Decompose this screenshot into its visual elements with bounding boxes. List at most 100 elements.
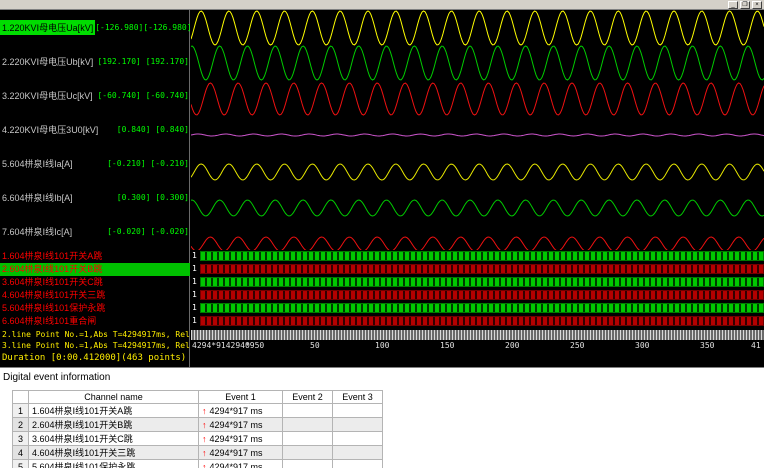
analog-channel-cursor-values: [-0.020] [-0.020] [107, 226, 189, 236]
event-channel-name: 1.604栟泉Ⅰ线101开关A跳 [28, 403, 199, 418]
digital-channel-label[interactable]: 1.604栟泉Ⅰ线101开关A跳 [0, 250, 190, 263]
rising-edge-arrow-icon: ↑ [202, 461, 207, 468]
event-row-number: 1 [12, 403, 29, 418]
digital-event-table: Channel name Event 1 Event 2 Event 3 1 1.… [12, 390, 383, 468]
event-table-row[interactable]: 4 4.604栟泉Ⅰ线101开关三跳 ↑ 4294*917 ms [12, 445, 383, 460]
time-axis-tick-label: 350 [700, 341, 715, 350]
digital-state-bar [200, 264, 764, 274]
event-channel-name: 3.604栟泉Ⅰ线101开关C跳 [28, 431, 199, 446]
fault-recorder-window: _ ❐ × 1.220KVⅠ母电压Ua[kV] [-126.980][-126.9… [0, 0, 764, 468]
time-axis-tick-label: 300 [635, 341, 650, 350]
time-axis-ticks [191, 330, 764, 340]
waveform-trace-1 [191, 10, 764, 46]
event2-cell [282, 417, 333, 432]
time-axis-labels: 4294*914294*950 0 50 100 150 200 250 300 350 41 [191, 341, 764, 352]
digital-state-marker: 1 [192, 290, 197, 299]
event-row-number: 3 [12, 431, 29, 446]
analog-channel-label: 5.604栟泉Ⅰ线Ia[A] [2, 158, 73, 169]
digital-channel-label[interactable]: 4.604栟泉Ⅰ线101开关三跳 [0, 289, 190, 302]
event2-cell [282, 403, 333, 418]
event3-cell [332, 417, 383, 432]
event1-cell: ↑ 4294*917 ms [198, 403, 283, 418]
analog-channel-row[interactable]: 1.220KVⅠ母电压Ua[kV] [-126.980][-126.980] [0, 10, 190, 44]
event-table-header: Channel name Event 1 Event 2 Event 3 [12, 390, 383, 404]
event-row-number: 5 [12, 459, 29, 468]
digital-state-row: 1 [191, 315, 764, 327]
waveform-trace-4 [191, 133, 764, 137]
waveform-trace-2 [191, 45, 764, 81]
digital-event-panel: Digital event information Channel name E… [0, 367, 764, 468]
digital-state-marker: 1 [192, 277, 197, 286]
event1-time: 4294*917 ms [209, 447, 263, 458]
event-table-row[interactable]: 3 3.604栟泉Ⅰ线101开关C跳 ↑ 4294*917 ms [12, 431, 383, 446]
analog-channel-label: 6.604栟泉Ⅰ线Ib[A] [2, 192, 73, 203]
analog-channel-row[interactable]: 6.604栟泉Ⅰ线Ib[A] [0.300] [0.300] [0, 180, 190, 214]
analog-channel-row[interactable]: 5.604栟泉Ⅰ线Ia[A] [-0.210] [-0.210] [0, 146, 190, 180]
analog-channel-row[interactable]: 2.220KVⅠ母电压Ub[kV] [192.170] [192.170] [0, 44, 190, 78]
digital-channel-label[interactable]: 6.604栟泉Ⅰ线101重合闸 [0, 315, 190, 328]
event-table-row[interactable]: 5 5.604栟泉Ⅰ线101保护永跳 ↑ 4294*917 ms [12, 459, 383, 468]
time-axis-tick-label: 50 [310, 341, 320, 350]
digital-state-marker: 1 [192, 316, 197, 325]
event1-time: 4294*917 ms [209, 419, 263, 430]
digital-state-bar [200, 251, 764, 261]
time-axis-tick-label: 100 [375, 341, 390, 350]
event1-header: Event 1 [198, 390, 283, 404]
digital-channel-label[interactable]: 3.604栟泉Ⅰ线101开关C跳 [0, 276, 190, 289]
analog-channel-cursor-values: [192.170] [192.170] [97, 56, 189, 66]
rising-edge-arrow-icon: ↑ [202, 433, 207, 444]
minimize-button[interactable]: _ [728, 1, 738, 9]
digital-channel-label[interactable]: 5.604栟泉Ⅰ线101保护永跳 [0, 302, 190, 315]
waveform-workspace: 1.220KVⅠ母电压Ua[kV] [-126.980][-126.980] 2.2… [0, 10, 764, 367]
digital-state-bar [200, 277, 764, 287]
time-axis-tick-label: 250 [570, 341, 585, 350]
digital-state-row: 1 [191, 276, 764, 288]
digital-state-bar [200, 303, 764, 313]
analog-waveforms [191, 10, 764, 250]
event-table-row[interactable]: 1 1.604栟泉Ⅰ线101开关A跳 ↑ 4294*917 ms [12, 403, 383, 418]
analog-channel-cursor-values: [-60.740] [-60.740] [97, 90, 189, 100]
digital-state-bar [200, 290, 764, 300]
event-channel-name: 5.604栟泉Ⅰ线101保护永跳 [28, 459, 199, 468]
analog-channel-row[interactable]: 7.604栟泉Ⅰ线Ic[A] [-0.020] [-0.020] [0, 214, 190, 248]
waveform-trace-7 [191, 236, 764, 250]
event-table-row[interactable]: 2 2.604栟泉Ⅰ线101开关B跳 ↑ 4294*917 ms [12, 417, 383, 432]
close-button[interactable]: × [752, 1, 762, 9]
analog-channel-label: 1.220KVⅠ母电压Ua[kV] [0, 19, 96, 35]
restore-button[interactable]: ❐ [740, 1, 750, 9]
digital-state-row: 1 [191, 250, 764, 262]
titlebar: _ ❐ × [0, 0, 764, 10]
waveform-trace-5 [191, 163, 764, 181]
event2-header: Event 2 [282, 390, 333, 404]
analog-channel-label: 3.220KVⅠ母电压Uc[kV] [2, 90, 93, 101]
rising-edge-arrow-icon: ↑ [202, 447, 207, 458]
event1-cell: ↑ 4294*917 ms [198, 459, 283, 468]
time-axis-tick-label: 0 [245, 341, 250, 350]
digital-state-row: 1 [191, 289, 764, 301]
analog-channel-label: 7.604栟泉Ⅰ线Ic[A] [2, 226, 73, 237]
channel-list-panel: 1.220KVⅠ母电压Ua[kV] [-126.980][-126.980] 2.2… [0, 10, 248, 367]
digital-channel-label[interactable]: 2.604栟泉Ⅰ线101开关B跳 [0, 263, 190, 276]
time-axis-tick-label: 41 [751, 341, 761, 350]
waveform-plot-area[interactable]: 1 1 1 1 1 1 4294*914294*950 0 50 100 150 200 250 300… [191, 10, 764, 367]
digital-state-row: 1 [191, 302, 764, 314]
analog-channel-label: 4.220KVⅠ母电压3U0[kV] [2, 124, 99, 135]
event2-cell [282, 459, 333, 468]
event1-time: 4294*917 ms [209, 461, 263, 468]
digital-state-marker: 1 [192, 251, 197, 260]
digital-state-marker: 1 [192, 264, 197, 273]
event1-cell: ↑ 4294*917 ms [198, 417, 283, 432]
event2-cell [282, 431, 333, 446]
analog-channel-row[interactable]: 3.220KVⅠ母电压Uc[kV] [-60.740] [-60.740] [0, 78, 190, 112]
event3-cell [332, 403, 383, 418]
analog-channel-cursor-values: [0.840] [0.840] [116, 124, 189, 134]
event3-cell [332, 445, 383, 460]
rising-edge-arrow-icon: ↑ [202, 405, 207, 416]
channel-name-header: Channel name [28, 390, 199, 404]
event-row-number: 4 [12, 445, 29, 460]
corner-header [12, 390, 29, 404]
digital-state-row: 1 [191, 263, 764, 275]
event1-cell: ↑ 4294*917 ms [198, 431, 283, 446]
analog-channel-row[interactable]: 4.220KVⅠ母电压3U0[kV] [0.840] [0.840] [0, 112, 190, 146]
analog-channel-cursor-values: [-126.980][-126.980] [95, 22, 190, 32]
